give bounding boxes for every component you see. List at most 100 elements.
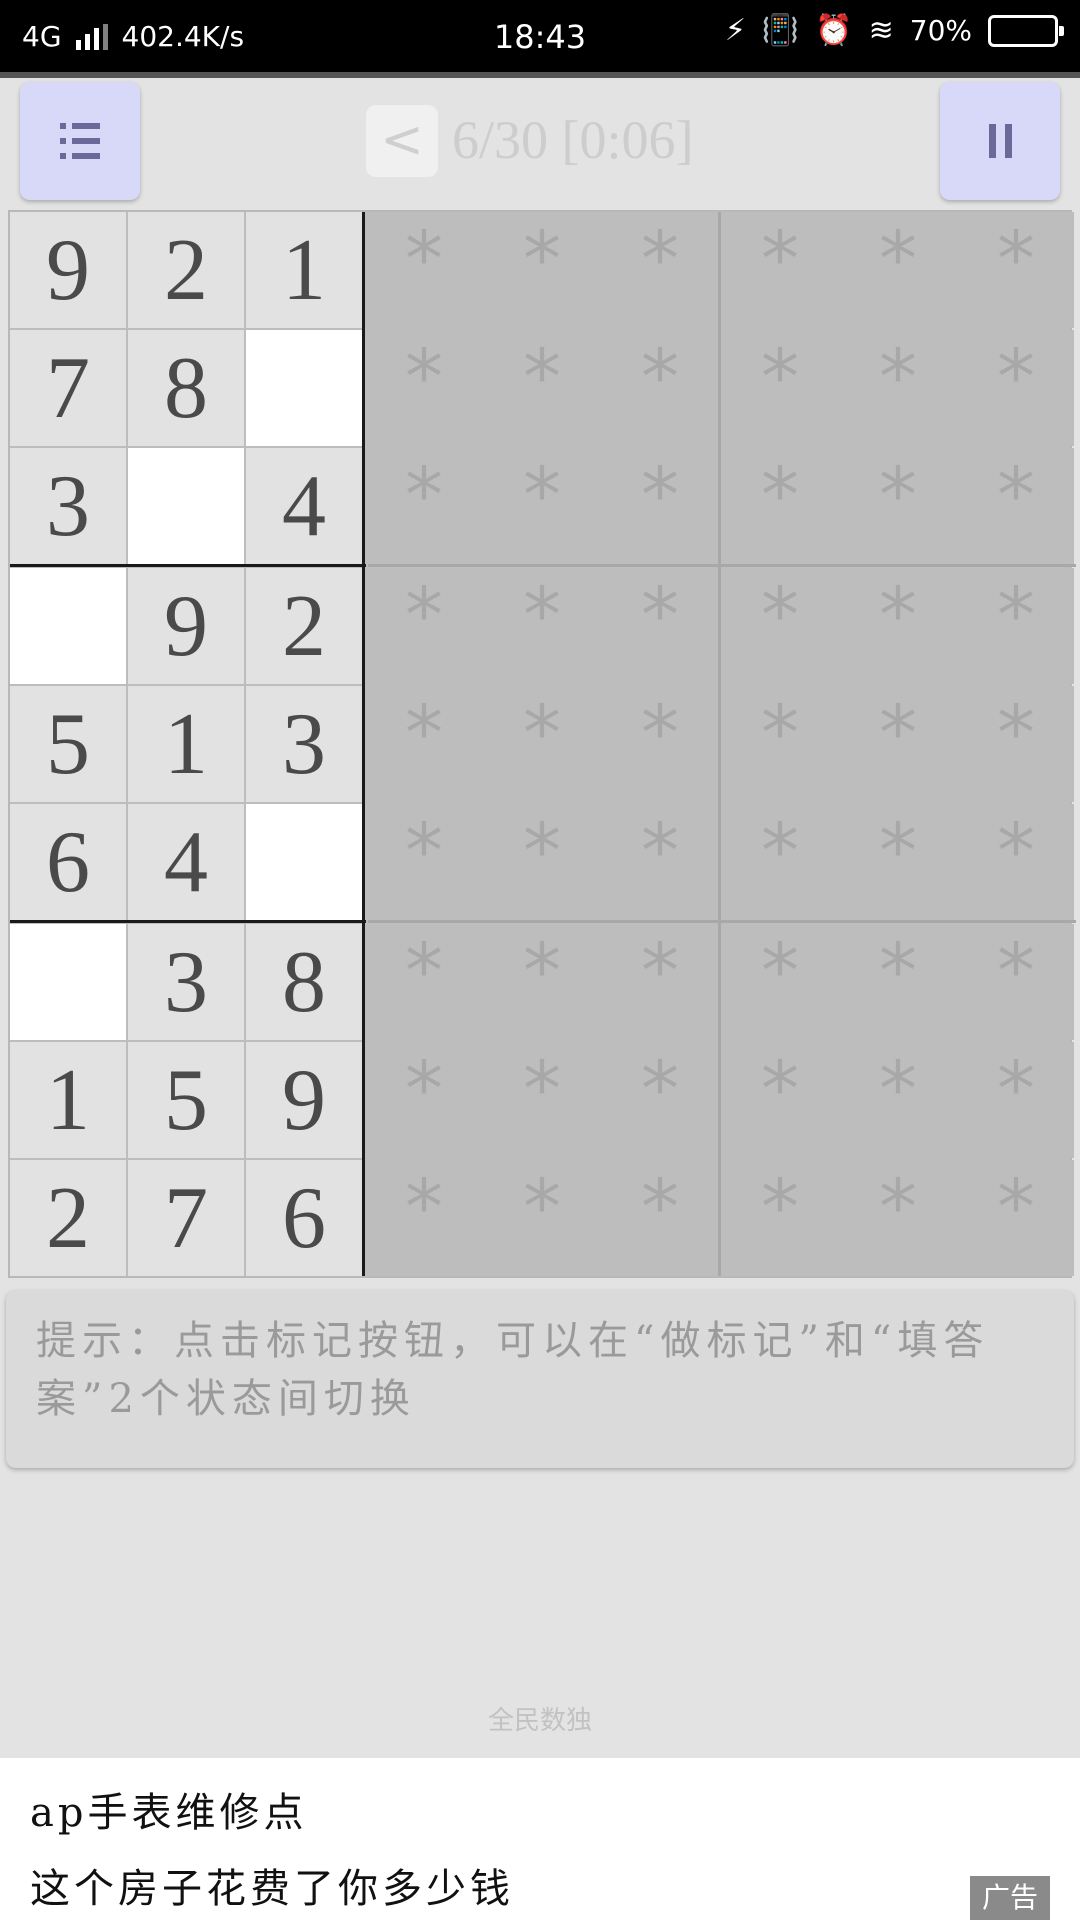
hidden-cell-r7c8[interactable]: * [840,924,956,1040]
hidden-cell-r4c4[interactable]: * [366,568,482,684]
toolbar: < 6/30 [0:06] [0,78,1080,208]
given-cell-r8c1: 1 [10,1042,126,1158]
hidden-cell-r3c6[interactable]: * [602,448,718,564]
menu-button[interactable] [20,82,140,200]
prev-puzzle-button[interactable]: < [366,105,438,177]
given-cell-r1c2: 2 [128,212,244,328]
hidden-cell-r9c6[interactable]: * [602,1160,718,1276]
hidden-cell-r4c9[interactable]: * [958,568,1074,684]
hidden-cell-r1c7[interactable]: * [722,212,838,328]
hidden-cell-r8c6[interactable]: * [602,1042,718,1158]
hidden-cell-r6c9[interactable]: * [958,804,1074,920]
hidden-cell-r5c7[interactable]: * [722,686,838,802]
given-cell-r5c1: 5 [10,686,126,802]
ad-banner[interactable]: ap手表维修点 这个房子花费了你多少钱 广告 [0,1758,1080,1920]
ad-text-line2[interactable]: 这个房子花费了你多少钱 [30,1856,514,1914]
box-divider-horizontal-hidden [368,920,1076,923]
given-cell-r8c2: 5 [128,1042,244,1158]
given-cell-r7c3: 8 [246,924,362,1040]
given-cell-r9c3: 6 [246,1160,362,1276]
hidden-cell-r3c5[interactable]: * [484,448,600,564]
hidden-cell-r3c8[interactable]: * [840,448,956,564]
ad-badge: 广告 [970,1876,1050,1920]
given-cell-r1c3: 1 [246,212,362,328]
hidden-cell-r5c4[interactable]: * [366,686,482,802]
hidden-cell-r3c9[interactable]: * [958,448,1074,564]
given-cell-r5c3: 3 [246,686,362,802]
hidden-cell-r8c7[interactable]: * [722,1042,838,1158]
given-cell-r1c1: 9 [10,212,126,328]
given-cell-r3c1: 3 [10,448,126,564]
hidden-cell-r2c5[interactable]: * [484,330,600,446]
hidden-cell-r4c8[interactable]: * [840,568,956,684]
box-divider-vertical [718,212,721,1276]
hidden-cell-r6c7[interactable]: * [722,804,838,920]
hidden-cell-r5c9[interactable]: * [958,686,1074,802]
hidden-cell-r6c5[interactable]: * [484,804,600,920]
given-cell-r5c2: 1 [128,686,244,802]
hidden-cell-r3c7[interactable]: * [722,448,838,564]
hidden-cell-r4c5[interactable]: * [484,568,600,684]
empty-cell-r7c1[interactable] [10,924,126,1040]
given-cell-r6c2: 4 [128,804,244,920]
battery-percent: 70% [909,14,972,47]
given-cell-r2c2: 8 [128,330,244,446]
given-cell-r6c1: 6 [10,804,126,920]
box-divider-horizontal [10,920,366,923]
hidden-cell-r9c7[interactable]: * [722,1160,838,1276]
hidden-cell-r7c7[interactable]: * [722,924,838,1040]
hidden-cell-r7c5[interactable]: * [484,924,600,1040]
sudoku-board: 9 2 1 * * * * * * 7 8 * * * * * * 3 4 * * * * * * 9 2 * * * * * * 5 1 3 * * * *… [8,210,1076,1278]
hidden-cell-r5c5[interactable]: * [484,686,600,802]
hidden-cell-r6c6[interactable]: * [602,804,718,920]
empty-cell-r4c1[interactable] [10,568,126,684]
empty-cell-r6c3[interactable] [246,804,362,920]
hidden-cell-r9c9[interactable]: * [958,1160,1074,1276]
given-cell-r9c1: 2 [10,1160,126,1276]
hidden-cell-r5c6[interactable]: * [602,686,718,802]
empty-cell-r3c2[interactable] [128,448,244,564]
hidden-cell-r2c6[interactable]: * [602,330,718,446]
hidden-cell-r2c7[interactable]: * [722,330,838,446]
hidden-cell-r4c6[interactable]: * [602,568,718,684]
hidden-cell-r2c8[interactable]: * [840,330,956,446]
hidden-cell-r7c6[interactable]: * [602,924,718,1040]
hidden-cell-r9c5[interactable]: * [484,1160,600,1276]
given-cell-r2c1: 7 [10,330,126,446]
hidden-cell-r1c4[interactable]: * [366,212,482,328]
given-cell-r8c3: 9 [246,1042,362,1158]
battery-icon [988,14,1064,47]
hint-box: 提示：点击标记按钮，可以在“做标记”和“填答案”2个状态间切换 [6,1290,1074,1468]
given-cell-r3c3: 4 [246,448,362,564]
hidden-cell-r8c5[interactable]: * [484,1042,600,1158]
list-icon [60,123,100,159]
hidden-cell-r9c4[interactable]: * [366,1160,482,1276]
charging-icon: ⚡ [724,12,746,48]
hidden-cell-r4c7[interactable]: * [722,568,838,684]
pause-button[interactable] [940,82,1060,200]
hidden-cell-r5c8[interactable]: * [840,686,956,802]
hidden-cell-r1c6[interactable]: * [602,212,718,328]
hidden-cell-r1c5[interactable]: * [484,212,600,328]
hidden-cell-r7c9[interactable]: * [958,924,1074,1040]
hidden-cell-r7c4[interactable]: * [366,924,482,1040]
hidden-cell-r6c8[interactable]: * [840,804,956,920]
ad-text-line1[interactable]: ap手表维修点 [30,1780,307,1838]
hidden-cell-r8c4[interactable]: * [366,1042,482,1158]
given-cell-r7c2: 3 [128,924,244,1040]
hidden-cell-r6c4[interactable]: * [366,804,482,920]
hidden-cell-r3c4[interactable]: * [366,448,482,564]
empty-cell-r2c3[interactable] [246,330,362,446]
hidden-cell-r2c4[interactable]: * [366,330,482,446]
hidden-cell-r2c9[interactable]: * [958,330,1074,446]
given-cell-r4c3: 2 [246,568,362,684]
hidden-cell-r1c8[interactable]: * [840,212,956,328]
alarm-icon: ⏰ [815,12,853,48]
given-cell-r4c2: 9 [128,568,244,684]
hidden-cell-r9c8[interactable]: * [840,1160,956,1276]
hidden-cell-r8c9[interactable]: * [958,1042,1074,1158]
app-name: 全民数独 [487,1706,592,1736]
box-divider-horizontal [10,564,366,567]
hidden-cell-r1c9[interactable]: * [958,212,1074,328]
hidden-cell-r8c8[interactable]: * [840,1042,956,1158]
